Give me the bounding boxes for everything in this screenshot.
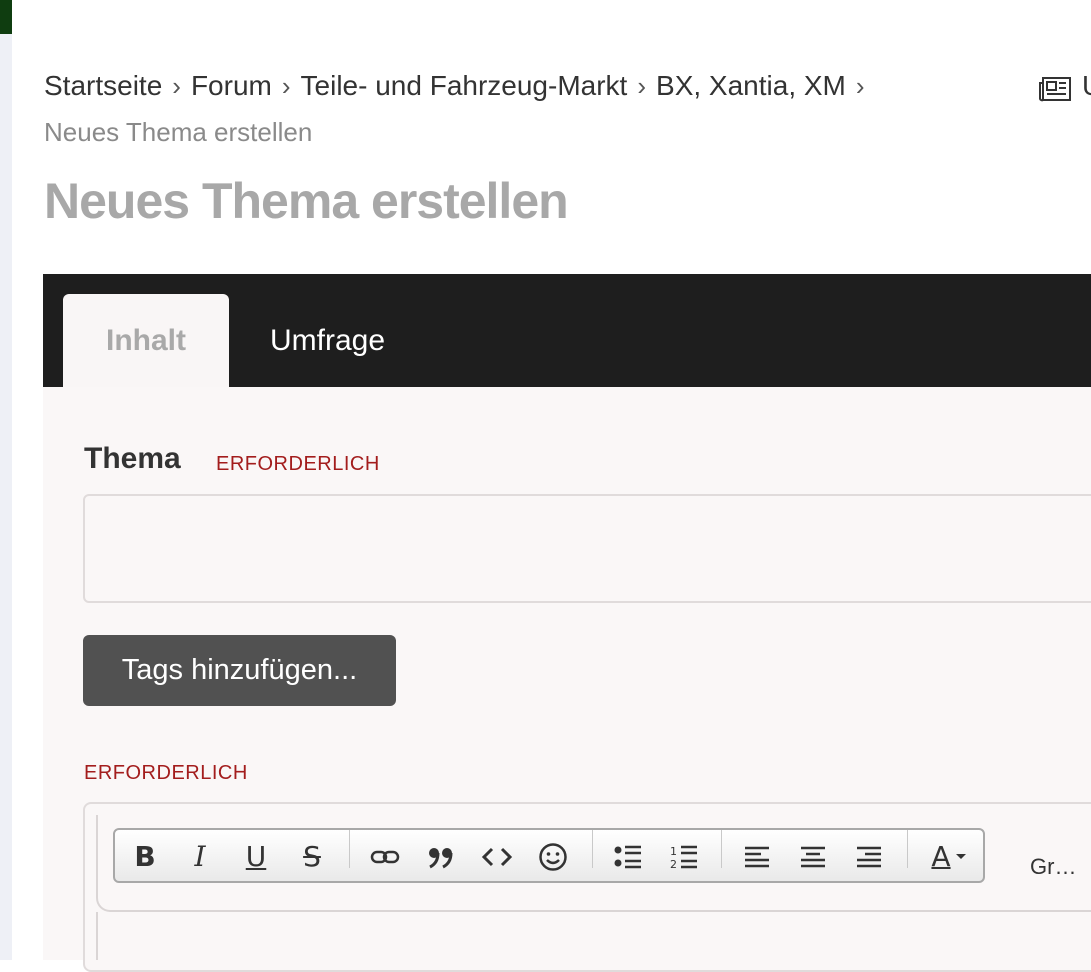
link-icon[interactable] xyxy=(367,840,403,874)
numbered-list-icon[interactable]: 1 2 xyxy=(666,840,702,874)
add-tags-button[interactable]: Tags hinzufügen... xyxy=(83,635,396,706)
thema-label: Thema xyxy=(84,442,181,475)
strikethrough-icon[interactable]: S xyxy=(294,840,330,874)
chevron-right-icon: › xyxy=(172,71,181,101)
svg-text:1: 1 xyxy=(670,845,677,858)
align-left-icon[interactable] xyxy=(739,840,775,874)
left-edge-strip xyxy=(0,0,12,960)
news-link-label[interactable]: U xyxy=(1082,70,1091,102)
tab-bar: Inhalt Umfrage xyxy=(43,274,1091,387)
page-title: Neues Thema erstellen xyxy=(44,173,569,229)
svg-text:2: 2 xyxy=(670,858,677,870)
text-color-glyph: A xyxy=(931,840,951,873)
thema-input[interactable] xyxy=(83,494,1091,603)
tab-inhalt[interactable]: Inhalt xyxy=(63,294,229,387)
italic-icon[interactable]: I xyxy=(182,840,218,874)
required-badge: ERFORDERLICH xyxy=(216,453,380,475)
editor-toolbar: B I U S 1 2 A xyxy=(113,828,985,883)
strike-glyph: S xyxy=(303,840,321,873)
code-icon[interactable] xyxy=(479,840,515,874)
chevron-right-icon: › xyxy=(855,71,865,101)
toolbar-divider xyxy=(349,830,350,868)
chevron-right-icon: › xyxy=(281,71,291,101)
bold-glyph: B xyxy=(134,840,156,873)
font-size-dropdown[interactable]: Gr… xyxy=(1030,854,1076,880)
bold-icon[interactable]: B xyxy=(127,840,163,874)
toolbar-divider xyxy=(721,830,722,868)
toolbar-divider xyxy=(907,830,908,868)
align-center-icon[interactable] xyxy=(795,840,831,874)
content-required-badge: ERFORDERLICH xyxy=(84,762,248,784)
toolbar-divider xyxy=(592,830,593,868)
text-color-icon[interactable]: A xyxy=(923,840,975,874)
breadcrumb-startseite[interactable]: Startseite xyxy=(44,70,162,101)
newspaper-icon[interactable] xyxy=(1038,76,1072,102)
breadcrumb-current: Neues Thema erstellen xyxy=(44,117,313,147)
breadcrumb: Startseite › Forum › Teile- und Fahrzeug-Mar… xyxy=(44,70,875,102)
editor-content-area[interactable] xyxy=(96,912,1091,960)
tab-umfrage[interactable]: Umfrage xyxy=(270,294,385,387)
caret-down-icon xyxy=(955,854,966,859)
underline-icon[interactable]: U xyxy=(238,840,274,874)
breadcrumb-markt[interactable]: Teile- und Fahrzeug-Markt xyxy=(301,70,628,101)
align-right-icon[interactable] xyxy=(851,840,887,874)
left-edge-accent xyxy=(0,0,12,34)
quote-icon[interactable] xyxy=(423,840,459,874)
underline-glyph: U xyxy=(245,840,267,873)
emoji-icon[interactable] xyxy=(535,840,571,874)
italic-glyph: I xyxy=(194,840,206,873)
breadcrumb-bx-xantia-xm[interactable]: BX, Xantia, XM xyxy=(656,70,846,101)
bullet-list-icon[interactable] xyxy=(610,840,646,874)
breadcrumb-forum[interactable]: Forum xyxy=(191,70,272,101)
chevron-right-icon: › xyxy=(637,71,647,101)
